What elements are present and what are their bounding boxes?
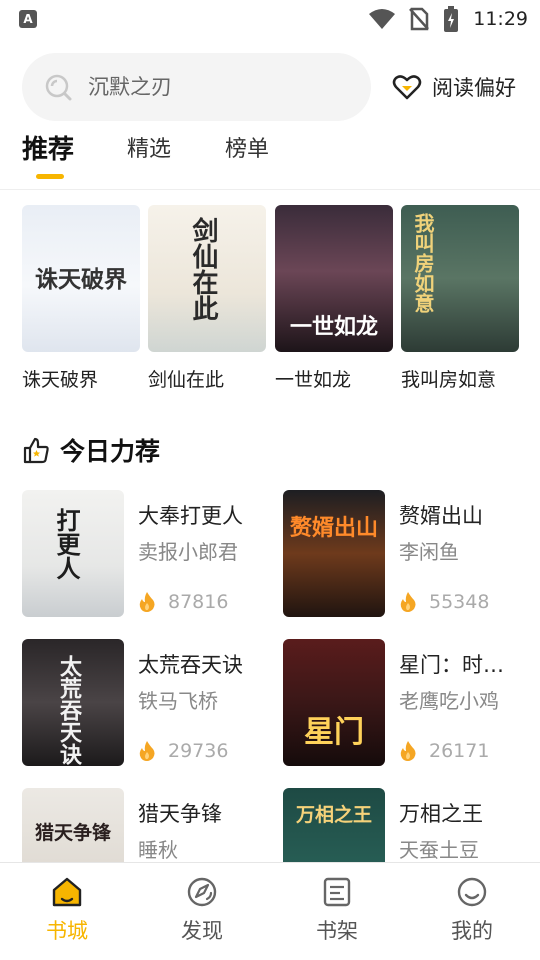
heat-count: 26171 — [429, 740, 490, 762]
book-title: 剑仙在此 — [148, 369, 225, 391]
book-author: 睡秋 — [138, 838, 178, 862]
book-author: 铁马飞桥 — [138, 689, 218, 713]
battery-icon — [444, 6, 459, 32]
book-title: 太荒吞天诀 — [138, 653, 243, 677]
nav-profile[interactable]: 我的 — [432, 875, 512, 955]
search-icon — [45, 74, 72, 101]
heat-count: 55348 — [429, 591, 490, 613]
cover-title: 太荒吞天诀 — [56, 655, 82, 765]
search-placeholder: 沉默之刃 — [88, 75, 172, 99]
category-tabs: 推荐 精选 榜单 — [0, 128, 540, 190]
heat-count: 29736 — [168, 740, 229, 762]
tab-active-indicator — [36, 174, 64, 179]
tab-featured[interactable]: 精选 — [127, 132, 171, 168]
book-author: 天蚕土豆 — [399, 838, 479, 862]
recommend-book-card[interactable]: 赘婿出山 赘婿出山 李闲鱼 55348 — [283, 490, 533, 617]
book-cover[interactable]: 我叫房如意 — [401, 205, 519, 352]
fire-icon — [139, 741, 155, 761]
book-cover[interactable]: 太荒吞天诀 — [22, 639, 124, 766]
recommend-book-card[interactable]: 太荒吞天诀 太荒吞天诀 铁马飞桥 29736 — [22, 639, 272, 766]
book-cover[interactable]: 打更人 — [22, 490, 124, 617]
nav-bookstore[interactable]: 书城 — [27, 875, 107, 955]
book-cover[interactable]: 剑仙在此 — [148, 205, 266, 352]
book-author: 卖报小郎君 — [138, 540, 238, 564]
book-title: 一世如龙 — [275, 369, 352, 391]
bottom-navigation: 书城 发现 书架 我的 — [0, 862, 540, 960]
section-header: 今日力荐 — [22, 430, 160, 470]
status-icons: 11:29 — [369, 6, 528, 32]
discover-icon — [187, 877, 217, 907]
book-author: 李闲鱼 — [399, 540, 459, 564]
nav-label: 书城 — [46, 919, 88, 943]
heart-icon — [392, 75, 422, 100]
cover-title: 万相之王 — [295, 804, 372, 826]
profile-icon — [457, 877, 487, 907]
status-bar: A 11:29 — [0, 0, 540, 38]
cover-title: 赘婿出山 — [289, 515, 378, 541]
tab-rankings[interactable]: 榜单 — [225, 132, 269, 168]
book-cover[interactable]: 赘婿出山 — [283, 490, 385, 617]
cover-title: 打更人 — [52, 508, 81, 580]
bookstore-icon — [52, 877, 82, 907]
popularity: 26171 — [399, 739, 489, 763]
cover-title: 猎天争锋 — [34, 822, 111, 844]
reading-preference-label: 阅读偏好 — [432, 76, 516, 100]
heat-count: 87816 — [168, 591, 229, 613]
popularity: 55348 — [399, 590, 489, 614]
book-title: 我叫房如意 — [401, 369, 497, 391]
featured-books-row: 诛天破界 诛天破界 剑仙在此 剑仙在此 一世如龙 一世如龙 我叫房如意 我叫房如… — [0, 205, 540, 395]
app-notification-icon: A — [19, 10, 37, 28]
book-author: 老鹰吃小鸡 — [399, 689, 499, 713]
book-cover[interactable]: 诛天破界 — [22, 205, 140, 352]
book-cover[interactable]: 一世如龙 — [275, 205, 393, 352]
thumbs-up-icon — [23, 437, 49, 464]
fire-icon — [400, 741, 416, 761]
book-cover[interactable]: 星门 — [283, 639, 385, 766]
book-title: 星门：时… — [399, 653, 504, 677]
status-time: 11:29 — [473, 8, 528, 30]
cover-title: 诛天破界 — [35, 266, 127, 293]
bookshelf-icon — [323, 877, 351, 907]
tab-recommend[interactable]: 推荐 — [22, 132, 74, 168]
cover-title: 我叫房如意 — [411, 213, 435, 313]
no-sim-icon — [409, 7, 430, 31]
cover-title: 剑仙在此 — [188, 217, 218, 321]
nav-label: 我的 — [451, 919, 493, 943]
search-bar[interactable]: 沉默之刃 — [22, 53, 371, 121]
book-title: 万相之王 — [399, 802, 483, 826]
cover-title: 星门 — [304, 715, 364, 750]
nav-bookshelf[interactable]: 书架 — [297, 875, 377, 955]
wifi-icon — [369, 9, 396, 29]
section-title: 今日力荐 — [60, 437, 161, 466]
nav-label: 发现 — [181, 919, 223, 943]
book-title: 诛天破界 — [22, 369, 99, 391]
book-title: 猎天争锋 — [138, 802, 222, 826]
fire-icon — [400, 592, 416, 612]
popularity: 29736 — [138, 739, 228, 763]
recommend-book-card[interactable]: 打更人 大奉打更人 卖报小郎君 87816 — [22, 490, 272, 617]
reading-preference-button[interactable]: 阅读偏好 — [392, 70, 516, 104]
nav-label: 书架 — [316, 919, 358, 943]
popularity: 87816 — [138, 590, 228, 614]
book-title: 赘婿出山 — [399, 504, 483, 528]
book-title: 大奉打更人 — [138, 504, 243, 528]
fire-icon — [139, 592, 155, 612]
recommend-book-card[interactable]: 星门 星门：时… 老鹰吃小鸡 26171 — [283, 639, 533, 766]
nav-discover[interactable]: 发现 — [162, 875, 242, 955]
cover-title: 一世如龙 — [289, 314, 378, 340]
